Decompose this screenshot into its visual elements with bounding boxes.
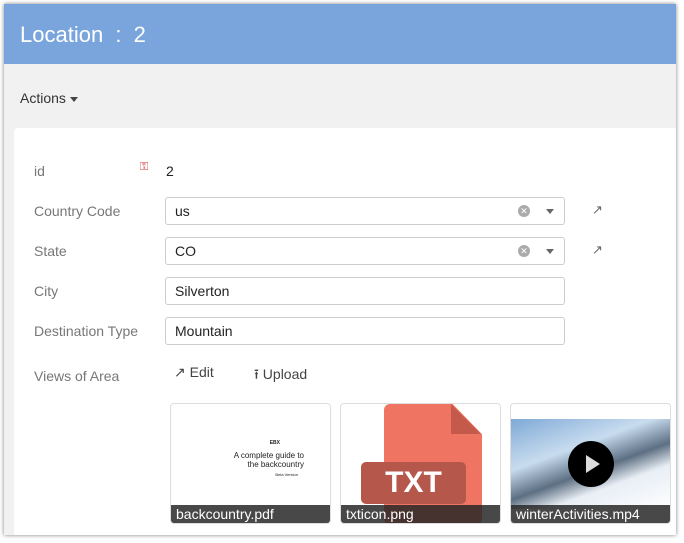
chevron-down-icon[interactable] [546,249,554,254]
actions-menu-button[interactable]: Actions [20,90,78,106]
upload-button[interactable]: ⭱ Upload [254,364,307,388]
views-label: Views of Area [34,368,120,384]
page-title: Location [20,22,104,47]
pdf-preview: EBX A complete guide to the backcountry … [171,440,330,477]
city-label: City [34,283,59,299]
header: Location : 2 [4,4,676,64]
edit-button[interactable]: ↗ Edit [174,364,214,381]
attachment-png[interactable]: TXT txticon.png [340,403,501,524]
caret-down-icon [69,96,78,102]
record-id: 2 [133,22,146,47]
upload-label: Upload [262,366,308,382]
attachment-name: txticon.png [341,505,500,523]
file-fold [451,404,481,434]
attachment-mp4[interactable]: winterActivities.mp4 [510,403,671,524]
open-external-icon[interactable]: ↗ [592,202,603,218]
clear-icon[interactable]: ✕ [518,245,530,257]
destination-type-label: Destination Type [34,323,139,339]
pdf-subtitle: Beta Version [275,472,298,477]
country-code-select[interactable]: us ✕ [165,197,565,225]
city-input[interactable]: Silverton [165,277,565,305]
attachment-name: backcountry.pdf [171,505,330,523]
attachment-name: winterActivities.mp4 [511,505,670,523]
clear-icon[interactable]: ✕ [518,205,530,217]
state-label: State [34,243,67,259]
pdf-brand: EBX [269,440,280,446]
actions-label: Actions [20,90,66,106]
state-value: CO [175,243,196,259]
country-code-value: us [175,203,190,219]
edit-external-icon: ↗ [174,364,186,380]
destination-type-input[interactable]: Mountain [165,317,565,345]
primary-key-icon: ⚿ [140,161,149,173]
play-icon [586,455,600,473]
attachment-pdf[interactable]: EBX A complete guide to the backcountry … [170,403,331,524]
play-button[interactable] [568,441,614,487]
id-value: 2 [166,163,174,179]
id-label: id [34,163,45,179]
pdf-title-2: the backcountry [247,460,304,469]
open-external-icon[interactable]: ↗ [592,242,603,258]
record-window: Location : 2 Actions id ⚿ 2 Country Code… [4,4,676,535]
country-code-label: Country Code [34,203,121,219]
title-separator: : [115,22,122,47]
edit-label: Edit [189,364,214,380]
form-card: id ⚿ 2 Country Code us ✕ ↗ State CO ✕ ↗ Ci… [14,128,676,535]
pdf-title-1: A complete guide to [233,451,304,460]
state-select[interactable]: CO ✕ [165,237,565,265]
chevron-down-icon[interactable] [546,209,554,214]
txt-badge: TXT [361,462,466,504]
upload-icon: ⭱ [254,366,259,382]
